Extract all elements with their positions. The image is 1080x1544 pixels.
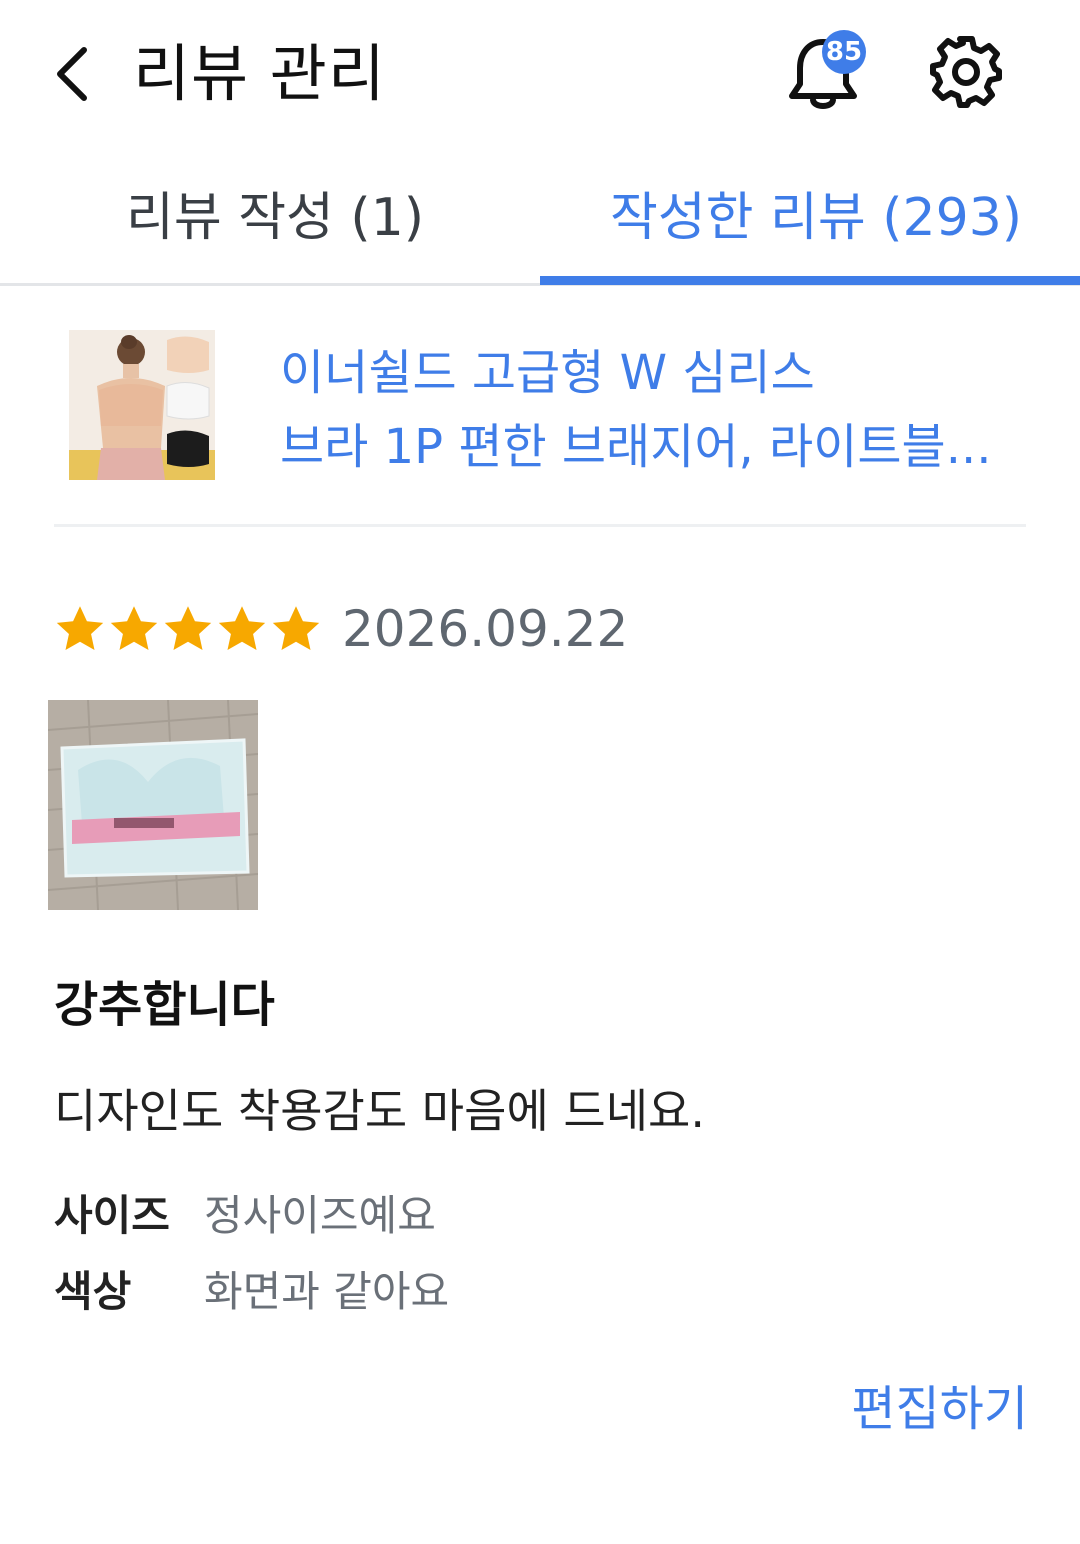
back-button[interactable] [40, 36, 104, 112]
star-icon [56, 606, 104, 651]
edit-review-button[interactable]: 편집하기 [851, 1374, 1028, 1444]
product-row[interactable]: 이너쉴드 고급형 W 심리스 브라 1P 편한 브래지어, 라이트블... [0, 296, 1080, 528]
active-tab-indicator [540, 276, 1080, 285]
tab-write-review[interactable]: 리뷰 작성 (1) [126, 178, 424, 258]
review-management-screen: 리뷰 관리 85 리뷰 작성 (1) 작성한 리뷰 (293) 이너쉴드 고급형… [0, 0, 1080, 1544]
notification-badge: 85 [822, 30, 866, 74]
page-title: 리뷰 관리 [133, 37, 386, 110]
attribute-color: 색상 화면과 같아요 [54, 1262, 449, 1322]
star-icon [164, 606, 212, 651]
product-thumbnail[interactable] [69, 330, 215, 480]
product-name-line2: 브라 1P 편한 브래지어, 라이트블... [280, 419, 992, 475]
review-body: 디자인도 착용감도 마음에 드네요. [54, 1084, 705, 1138]
app-header: 리뷰 관리 85 [0, 0, 1080, 145]
settings-button[interactable] [928, 34, 1004, 110]
star-rating [54, 603, 322, 655]
review-photo[interactable] [48, 700, 258, 910]
attribute-size: 사이즈 정사이즈예요 [54, 1186, 436, 1246]
tab-written-reviews[interactable]: 작성한 리뷰 (293) [610, 178, 1022, 258]
review-headline: 강추합니다 [54, 977, 275, 1033]
rating-row: 2026.09.22 [54, 596, 628, 662]
star-icon [110, 606, 158, 651]
gear-icon [930, 36, 1002, 108]
chevron-left-icon [57, 47, 87, 101]
attribute-label: 색상 [54, 1267, 132, 1316]
section-divider [54, 524, 1026, 527]
product-name-link[interactable]: 이너쉴드 고급형 W 심리스 브라 1P 편한 브래지어, 라이트블... [280, 336, 1040, 484]
star-icon [272, 606, 320, 651]
review-tabs: 리뷰 작성 (1) 작성한 리뷰 (293) [0, 150, 1080, 286]
review-date: 2026.09.22 [342, 600, 629, 658]
attribute-value: 화면과 같아요 [204, 1267, 450, 1316]
star-icon [218, 606, 266, 651]
attribute-label: 사이즈 [54, 1191, 170, 1240]
product-name-line1: 이너쉴드 고급형 W 심리스 [280, 345, 815, 401]
attribute-value: 정사이즈예요 [204, 1191, 436, 1240]
